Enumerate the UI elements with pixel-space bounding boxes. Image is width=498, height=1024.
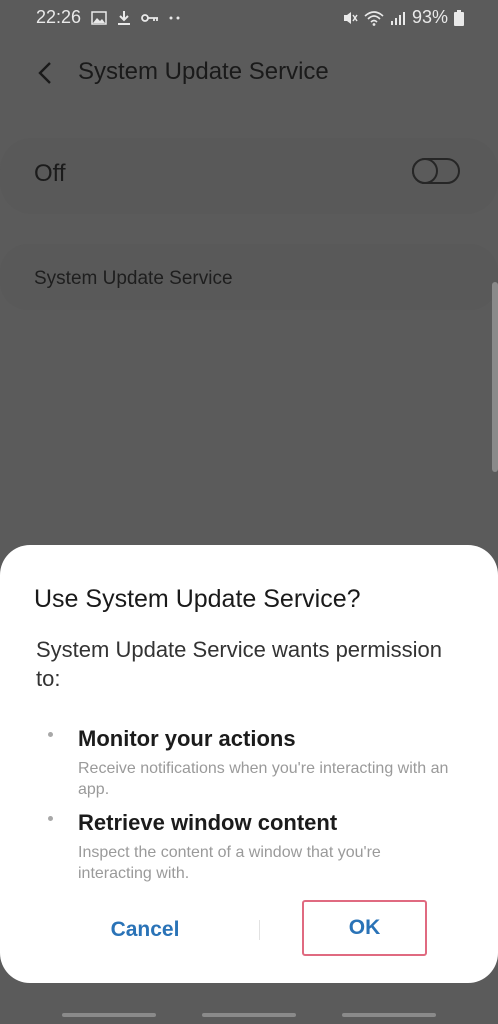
signal-icon (390, 10, 406, 26)
navigation-bar (0, 1006, 498, 1024)
service-toggle-row[interactable]: Off (0, 138, 498, 214)
permission-description: Inspect the content of a window that you… (78, 844, 381, 882)
permission-title: Retrieve window content (78, 810, 338, 835)
switch-knob (412, 158, 438, 184)
bullet-icon (48, 816, 53, 821)
key-icon (141, 12, 159, 24)
cancel-button[interactable]: Cancel (40, 903, 250, 957)
wifi-icon (364, 10, 384, 26)
service-description-label: System Update Service (34, 268, 233, 289)
nav-recents-button[interactable] (62, 1013, 156, 1017)
button-divider (259, 920, 260, 940)
dialog-message: System Update Service wants permission t… (36, 637, 442, 691)
permission-description: Receive notifications when you're intera… (78, 760, 449, 798)
permission-title: Monitor your actions (78, 726, 296, 751)
toggle-state-label: Off (34, 160, 66, 187)
back-button[interactable] (30, 58, 60, 88)
status-time: 22:26 (36, 7, 82, 27)
permission-dialog: Use System Update Service? System Update… (0, 545, 498, 983)
mute-icon (342, 10, 358, 26)
nav-home-button[interactable] (202, 1013, 296, 1017)
battery-icon (454, 9, 464, 26)
service-switch[interactable] (412, 158, 460, 184)
download-icon (117, 10, 131, 26)
dialog-title: Use System Update Service? (34, 585, 361, 613)
chevron-left-icon (38, 62, 51, 84)
page-title: System Update Service (78, 58, 329, 85)
app-bar: System Update Service (0, 44, 498, 104)
nav-back-button[interactable] (342, 1013, 436, 1017)
scrollbar[interactable] (492, 282, 498, 472)
battery-percent: 93% (411, 7, 448, 27)
image-icon (91, 10, 107, 25)
more-dots-icon (169, 15, 181, 21)
status-bar: 22:26 93% (0, 0, 498, 36)
service-description-card: System Update Service (0, 244, 498, 310)
ok-button[interactable]: OK (302, 900, 427, 956)
bullet-icon (48, 732, 53, 737)
